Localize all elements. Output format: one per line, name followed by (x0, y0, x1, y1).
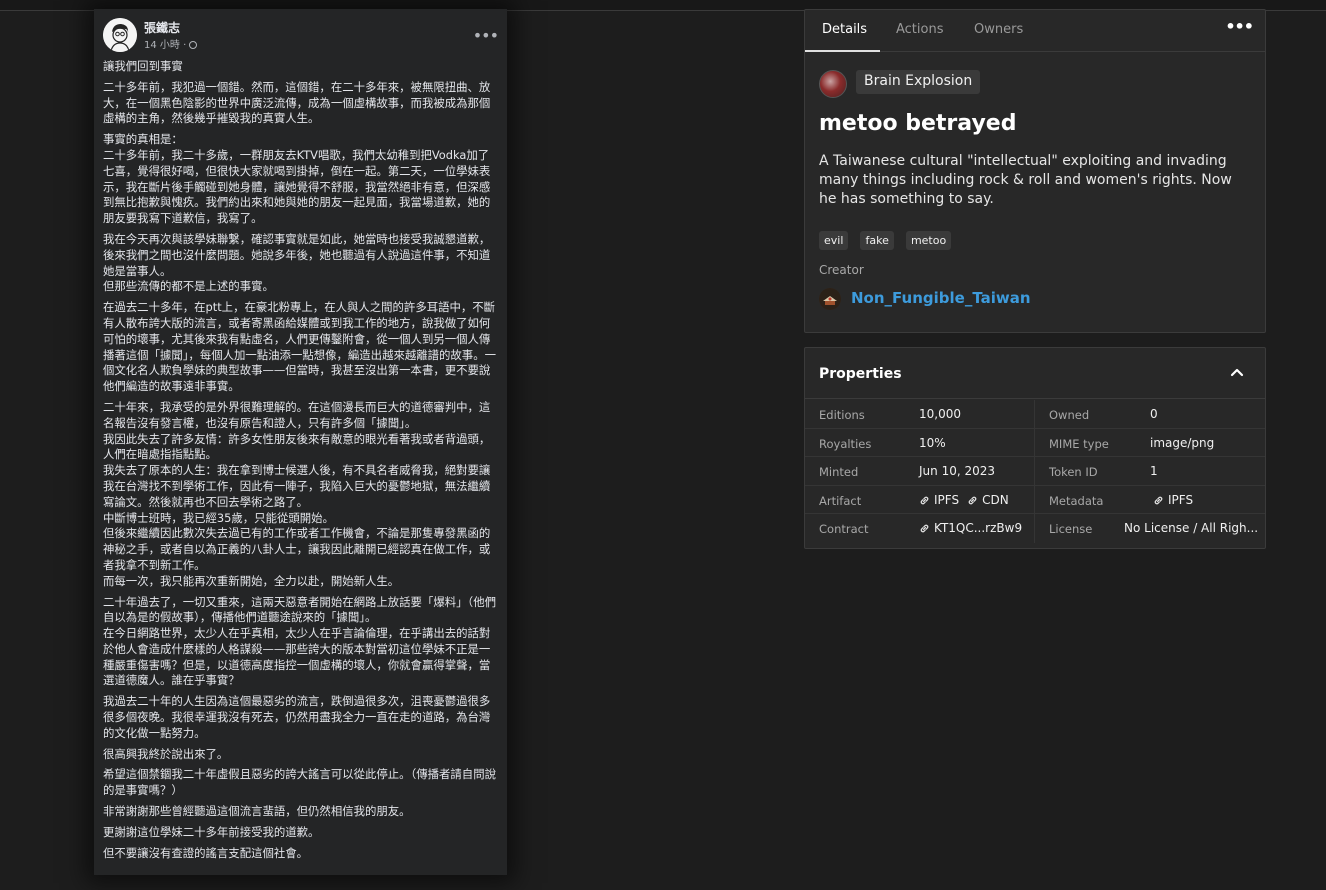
chevron-up-icon[interactable] (1227, 362, 1247, 382)
post-paragraph: 希望這個禁錮我二十年虛假且惡劣的誇大謠言可以從此停止。（傳播者請自問說的是事實嗎… (103, 767, 496, 798)
collection-avatar (819, 70, 847, 98)
properties-header[interactable]: Properties (805, 348, 1265, 399)
tag[interactable]: metoo (905, 231, 952, 250)
column-divider (1034, 485, 1035, 513)
column-divider (1034, 514, 1035, 543)
tag[interactable]: fake (860, 231, 894, 250)
properties-grid: Editions 10,000 Owned 0 Royalties 10% MIME typ… (805, 400, 1265, 543)
tag-list: evil fake metoo (819, 229, 958, 250)
post-paragraph: 我在今天再次與該學妹聯繫，確認事實就是如此，她當時也接受我誠懇道歉，後來我們之間… (103, 231, 491, 294)
post-paragraph: 讓我們回到事實 (103, 59, 183, 73)
column-divider (1034, 428, 1035, 456)
property-key: Owned (1049, 408, 1090, 422)
property-value: 1 (1150, 464, 1158, 478)
property-links: IPFS (1153, 493, 1201, 507)
details-panel: Details Actions Owners ••• Brain Explosi… (804, 9, 1266, 333)
creator-label: Creator (819, 263, 864, 277)
properties-panel: Properties Editions 10,000 Owned 0 Royalties… (804, 347, 1266, 549)
post-paragraph: 二十年過去了，一切又重來，這兩天惡意者開始在網路上放話要「爆料」（他們自以為是的… (103, 594, 496, 688)
property-links: KT1QC...rzBw9 (919, 521, 1030, 535)
post-timestamp: 14 小時 · (144, 36, 198, 51)
property-value: 10% (919, 435, 946, 450)
property-value: 0 (1150, 407, 1158, 421)
link-icon (968, 496, 977, 504)
token-title: metoo betrayed (819, 111, 1017, 136)
property-row: Artifact IPFS CDN Metadata IPFS (805, 485, 1265, 514)
tab-bar: Details Actions Owners ••• (805, 10, 1265, 52)
post-paragraph: 很高興我終於說出來了。 (103, 746, 229, 761)
property-link[interactable]: IPFS (919, 493, 959, 507)
token-description: A Taiwanese cultural "intellectual" expl… (819, 153, 1232, 207)
property-key: Royalties (819, 436, 872, 451)
property-link[interactable]: IPFS (1153, 493, 1193, 507)
post-paragraph: 但不要讓沒有查證的謠言支配這個社會。 (103, 845, 309, 860)
properties-title: Properties (819, 366, 902, 382)
tab-owners[interactable]: Owners (974, 22, 1023, 37)
post-paragraph: 我過去二十年的人生因為這個最惡劣的流言，跌倒過很多次，沮喪憂鬱過很多很多個夜晚。… (103, 694, 491, 740)
property-key: Token ID (1049, 465, 1098, 479)
property-value: image/png (1150, 435, 1215, 450)
creator-avatar (819, 288, 841, 310)
property-key: Editions (819, 408, 865, 422)
post-paragraph: 在過去二十多年，在ptt上，在豪北粉專上，在人與人之間的許多耳語中，不斷有人散布… (103, 300, 496, 394)
column-divider (1034, 457, 1035, 485)
post-paragraph: 非常謝謝那些曾經聽過這個流言蜚語，但仍然相信我的朋友。 (103, 804, 411, 819)
property-key: License (1049, 522, 1093, 536)
post-paragraph: 更謝謝這位學妹二十多年前接受我的道歉。 (103, 824, 320, 839)
column-divider (1034, 400, 1035, 428)
property-row: Editions 10,000 Owned 0 (805, 400, 1265, 429)
post-paragraph: 二十多年前，我犯過一個錯。然而，這個錯，在二十多年來，被無限扭曲、放大，在一個黑… (103, 79, 491, 126)
property-link[interactable]: CDN (967, 493, 1009, 507)
property-value: 10,000 (919, 407, 961, 421)
property-key: Minted (819, 465, 859, 479)
tab-details[interactable]: Details (822, 22, 867, 37)
post-author[interactable]: 張鐵志 (144, 19, 180, 36)
post-paragraph: 二十年來，我承受的是外界很難理解的。在這個漫長而巨大的道德審判中，這名報告沒有發… (103, 399, 491, 588)
globe-icon (189, 41, 198, 49)
link-icon (920, 496, 929, 504)
author-avatar (103, 18, 137, 52)
property-key: Artifact (819, 493, 862, 508)
property-link[interactable]: KT1QC...rzBw9 (919, 521, 1022, 535)
post-more-icon[interactable]: ••• (473, 26, 499, 45)
collection-name[interactable]: Brain Explosion (856, 70, 981, 94)
post-text: 讓我們回到事實二十多年前，我犯過一個錯。然而，這個錯，在二十多年來，被無限扭曲、… (103, 59, 498, 866)
tag[interactable]: evil (819, 231, 849, 250)
property-links: IPFS CDN (919, 493, 1017, 507)
link-icon (920, 524, 929, 533)
post-paragraph: 事實的真相是： 二十多年前，我二十多歲，一群朋友去KTV唱歌，我們太幼稚到把Vo… (103, 132, 491, 226)
property-row: Minted Jun 10, 2023 Token ID 1 (805, 457, 1265, 486)
tab-actions[interactable]: Actions (896, 22, 944, 37)
creator-name[interactable]: Non_Fungible_Taiwan (851, 289, 1031, 307)
property-key: Contract (819, 522, 869, 536)
link-icon (1154, 496, 1163, 504)
active-tab-indicator (805, 50, 880, 52)
property-row: Contract KT1QC...rzBw9 License No License /… (805, 514, 1265, 543)
more-dots-icon[interactable]: ••• (1225, 17, 1254, 36)
property-value: Jun 10, 2023 (919, 464, 996, 478)
nft-image-facebook-post[interactable]: 張鐵志 14 小時 · ••• 讓我們回到事實二十多年前，我犯過一個錯。然而，這… (94, 9, 507, 875)
property-key: Metadata (1049, 493, 1104, 508)
property-row: Royalties 10% MIME type image/png (805, 428, 1265, 457)
post-header: 張鐵志 14 小時 · ••• (103, 18, 499, 58)
property-key: MIME type (1049, 436, 1109, 451)
property-value: No License / All Righ... (1124, 521, 1259, 535)
